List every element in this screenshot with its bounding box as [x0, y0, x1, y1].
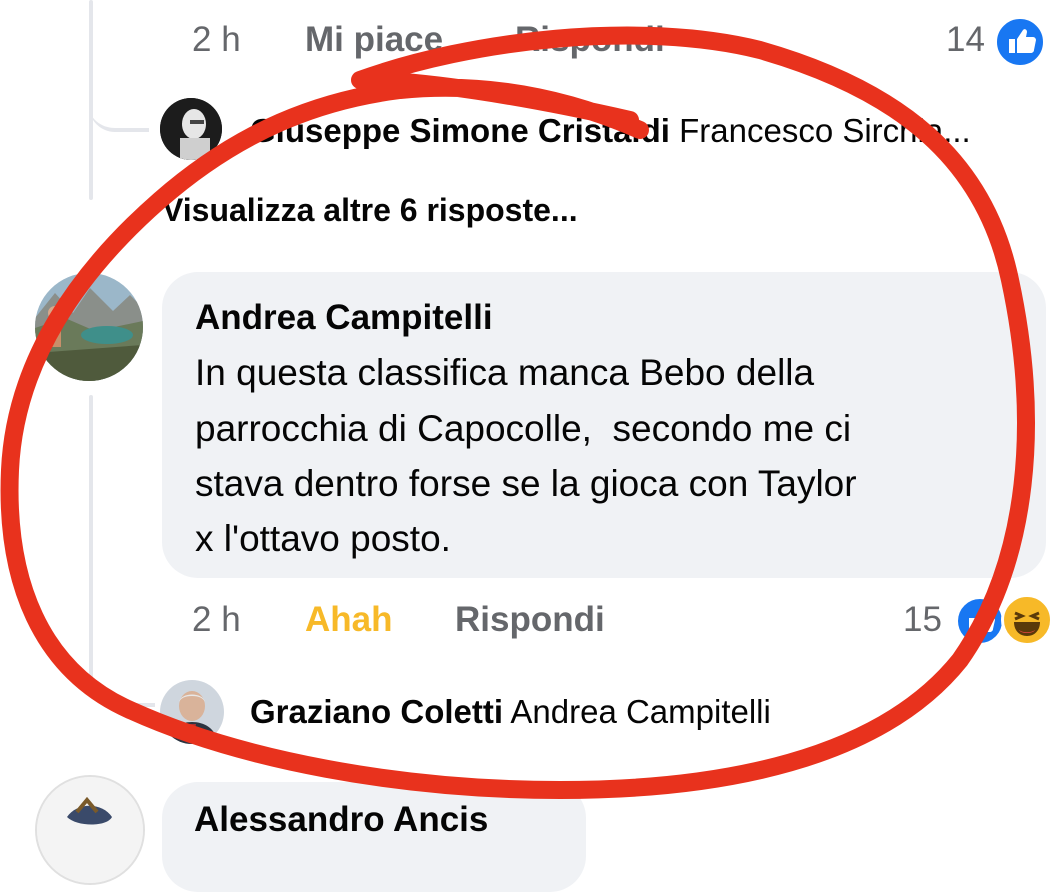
thread-branch — [89, 80, 149, 132]
reaction-count[interactable]: 14 — [946, 20, 985, 60]
comment-bubble[interactable]: Andrea Campitelli In questa classifica m… — [162, 272, 1046, 578]
comment-bubble[interactable]: Alessandro Ancis — [162, 782, 586, 892]
haha-icon[interactable] — [1001, 594, 1053, 646]
avatar[interactable] — [160, 98, 222, 160]
avatar[interactable] — [35, 273, 143, 381]
comment-author[interactable]: Andrea Campitelli — [195, 298, 493, 338]
thread-line — [89, 395, 93, 685]
reaction-count[interactable]: 15 — [903, 600, 942, 640]
comment-time: 2 h — [192, 600, 241, 639]
reply-tag: Andrea Campitelli — [510, 693, 771, 730]
reply-preview[interactable]: Graziano Coletti Andrea Campitelli — [250, 693, 771, 731]
reply-tag: Francesco Sirchia... — [679, 112, 971, 149]
avatar[interactable] — [160, 680, 224, 744]
reply-author[interactable]: Graziano Coletti — [250, 693, 503, 730]
reply-preview[interactable]: Giuseppe Simone Cristaldi Francesco Sirc… — [250, 112, 971, 150]
like-icon[interactable] — [955, 596, 1005, 646]
reply-button[interactable]: Rispondi — [515, 20, 665, 60]
comment-text-line: stava dentro forse se la gioca con Taylo… — [195, 463, 857, 504]
reply-author[interactable]: Giuseppe Simone Cristaldi — [250, 112, 670, 149]
comment-text-line: x l'ottavo posto. — [195, 518, 451, 559]
avatar[interactable] — [35, 775, 145, 885]
view-more-replies-link[interactable]: Visualizza altre 6 risposte... — [162, 192, 578, 229]
comment-text-line: parrocchia di Capocolle, secondo me ci — [195, 408, 852, 449]
comment-time: 2 h — [192, 20, 241, 59]
haha-reaction-button[interactable]: Ahah — [305, 600, 393, 640]
like-button[interactable]: Mi piace — [305, 20, 443, 60]
like-icon[interactable] — [994, 16, 1046, 68]
comment-author[interactable]: Alessandro Ancis — [194, 800, 488, 840]
reply-button[interactable]: Rispondi — [455, 600, 605, 640]
thread-branch — [89, 655, 155, 707]
comment-text-line: In questa classifica manca Bebo della — [195, 352, 815, 393]
